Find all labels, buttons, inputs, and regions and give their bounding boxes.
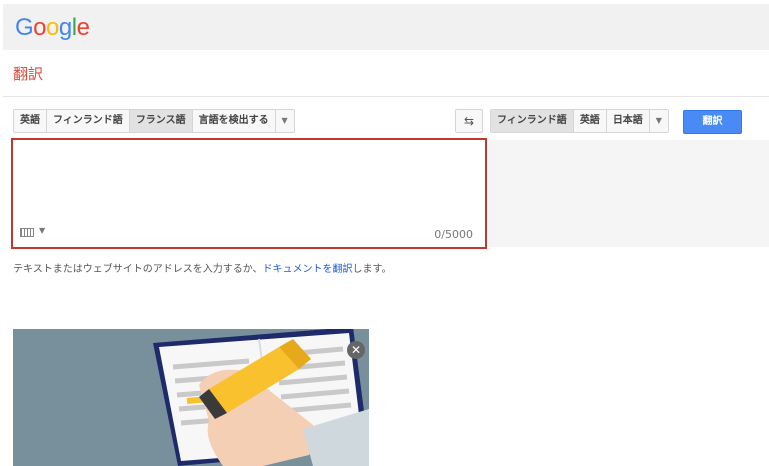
keyboard-dropdown-icon[interactable]: ▼ bbox=[39, 226, 45, 235]
target-lang-japanese[interactable]: 日本語 bbox=[606, 110, 650, 132]
character-counter: 0/5000 bbox=[434, 228, 473, 241]
source-lang-finnish[interactable]: フィンランド語 bbox=[47, 110, 130, 132]
logo-letter: o bbox=[46, 14, 59, 41]
google-logo[interactable]: Google bbox=[15, 14, 90, 42]
translate-document-link[interactable]: ドキュメントを翻訳 bbox=[263, 264, 353, 275]
highlighter-illustration bbox=[13, 329, 369, 466]
target-lang-finnish[interactable]: フィンランド語 bbox=[491, 110, 574, 132]
logo-letter: G bbox=[15, 14, 34, 41]
top-bar: Google bbox=[3, 4, 769, 50]
source-lang-french[interactable]: フランス語 bbox=[129, 110, 193, 132]
target-lang-dropdown-icon[interactable]: ▼ bbox=[649, 110, 668, 132]
source-lang-detect[interactable]: 言語を検出する bbox=[192, 110, 276, 132]
source-lang-dropdown-icon[interactable]: ▼ bbox=[275, 110, 294, 132]
hint-suffix: します。 bbox=[352, 264, 392, 275]
source-text-box: ▼ 0/5000 bbox=[11, 138, 487, 249]
logo-letter: e bbox=[76, 14, 90, 41]
source-text-input[interactable] bbox=[13, 140, 485, 220]
input-hint: テキストまたはウェブサイトのアドレスを入力するか、ドキュメントを翻訳します。 bbox=[13, 260, 392, 275]
hint-prefix: テキストまたはウェブサイトのアドレスを入力するか、 bbox=[13, 264, 263, 275]
target-lang-english[interactable]: 英語 bbox=[573, 110, 607, 132]
source-lang-english[interactable]: 英語 bbox=[14, 110, 47, 132]
page-title: 翻訳 bbox=[13, 65, 44, 83]
swap-languages-button[interactable]: ⇆ bbox=[455, 109, 483, 133]
source-language-bar: 英語 フィンランド語 フランス語 言語を検出する ▼ bbox=[13, 109, 295, 133]
logo-letter: o bbox=[33, 14, 47, 41]
keyboard-icon[interactable] bbox=[20, 228, 34, 237]
close-icon[interactable]: ✕ bbox=[347, 341, 365, 359]
divider bbox=[3, 96, 769, 97]
target-language-bar: フィンランド語 英語 日本語 ▼ bbox=[490, 109, 669, 133]
translation-output bbox=[489, 140, 769, 247]
swap-icon: ⇆ bbox=[463, 114, 475, 128]
logo-letter: g bbox=[58, 14, 72, 41]
promo-card[interactable]: ✕ bbox=[13, 329, 369, 466]
translate-button[interactable]: 翻訳 bbox=[683, 110, 742, 134]
